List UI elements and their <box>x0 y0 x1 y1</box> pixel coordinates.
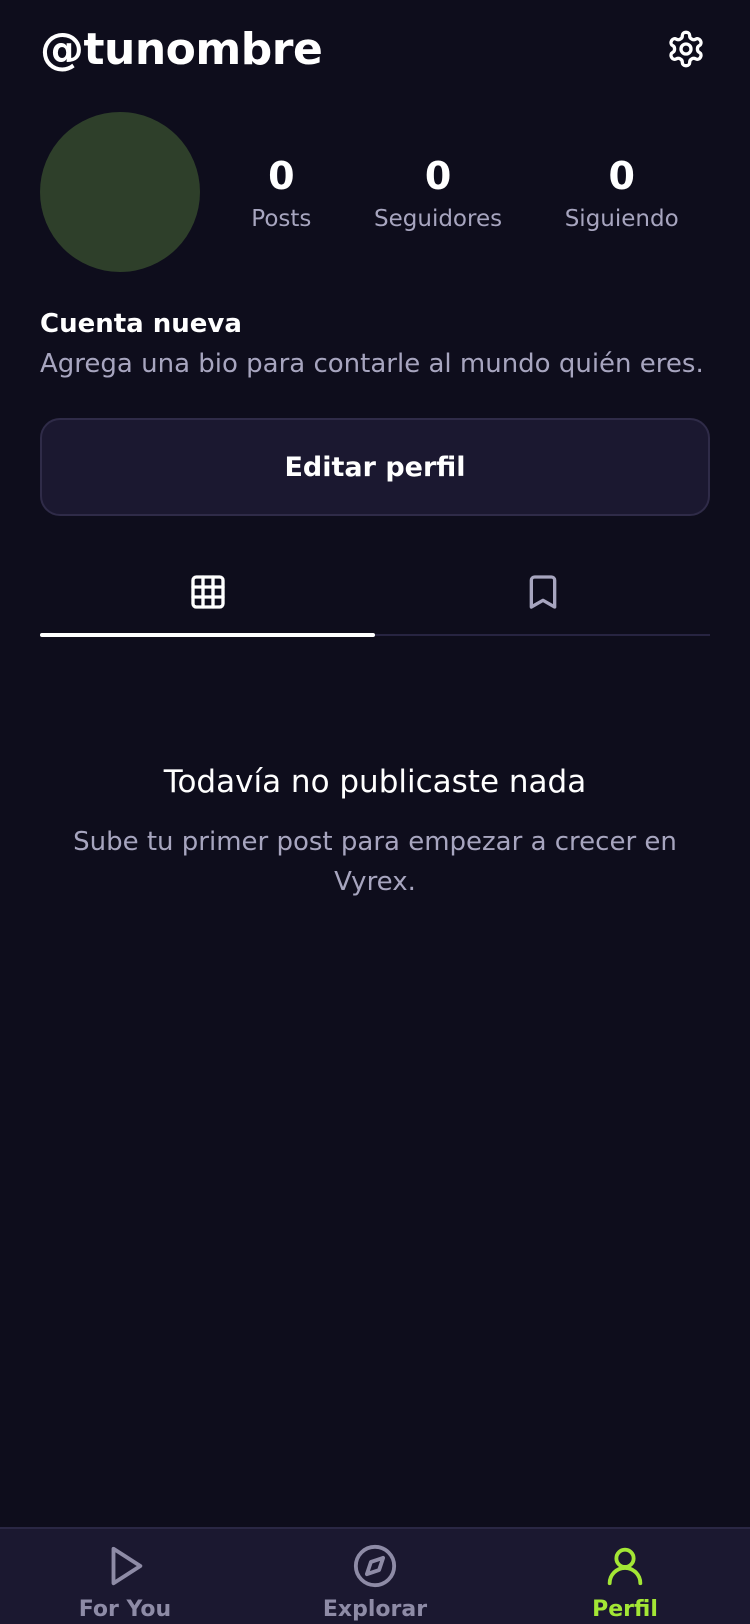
stat-label: Posts <box>251 206 312 232</box>
stat-following[interactable]: 0 Siguiendo <box>565 152 679 232</box>
nav-item-explore[interactable]: Explorar <box>275 1529 475 1624</box>
nav-label: Perfil <box>592 1597 658 1622</box>
empty-state-title: Todavía no publicaste nada <box>163 764 587 800</box>
tab-posts-grid[interactable] <box>40 566 375 637</box>
profile-screen: @tunombre 0 Posts 0 Seguidores 0 Siguien… <box>0 0 750 1624</box>
stat-value: 0 <box>268 154 295 198</box>
content-tabs <box>40 566 710 637</box>
play-icon <box>111 1546 143 1586</box>
stat-label: Siguiendo <box>564 206 679 232</box>
bio-text: Agrega una bio para contarle al mundo qu… <box>40 349 704 379</box>
display-name: Cuenta nueva <box>40 309 242 339</box>
settings-button[interactable] <box>662 25 710 73</box>
user-icon <box>607 1547 643 1586</box>
nav-item-for-you[interactable]: For You <box>25 1529 225 1624</box>
bottom-nav: For You Explorar Perfil <box>0 1527 750 1624</box>
nav-label: For You <box>78 1597 172 1622</box>
stat-value: 0 <box>424 154 452 198</box>
compass-icon <box>353 1544 397 1588</box>
stat-posts[interactable]: 0 Posts <box>251 152 311 232</box>
profile-summary: 0 Posts 0 Seguidores 0 Siguiendo <box>40 112 710 272</box>
stats-row: 0 Posts 0 Seguidores 0 Siguiendo <box>200 152 710 232</box>
tab-saved[interactable] <box>375 566 710 634</box>
gear-icon <box>669 30 703 68</box>
nav-item-profile[interactable]: Perfil <box>525 1529 725 1624</box>
bookmark-icon <box>529 575 556 609</box>
grid-icon <box>190 575 225 609</box>
edit-profile-button[interactable]: Editar perfil <box>40 418 710 516</box>
stat-value: 0 <box>608 154 635 198</box>
header: @tunombre <box>40 14 710 84</box>
stat-followers[interactable]: 0 Seguidores <box>374 152 502 232</box>
avatar[interactable] <box>40 112 200 272</box>
username-title: @tunombre <box>40 23 323 75</box>
stat-label: Seguidores <box>374 206 503 232</box>
bio-block: Cuenta nueva Agrega una bio para contarl… <box>40 306 720 384</box>
empty-state: Todavía no publicaste nada Sube tu prime… <box>60 760 690 902</box>
nav-label: Explorar <box>322 1597 428 1622</box>
empty-state-subtitle: Sube tu primer post para empezar a crece… <box>73 827 677 897</box>
